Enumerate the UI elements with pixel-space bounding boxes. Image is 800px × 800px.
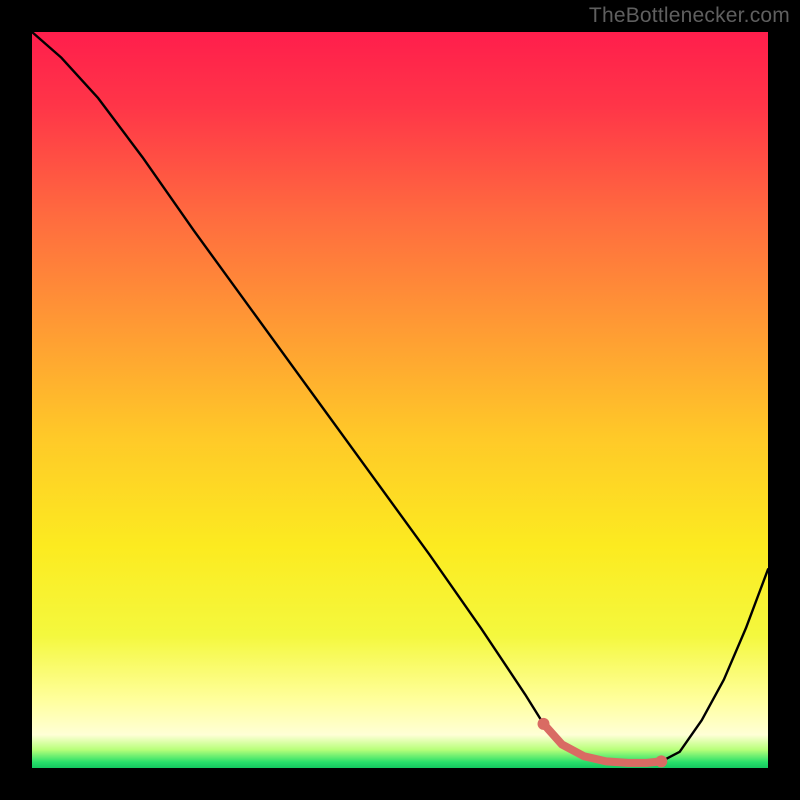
- chart-container: TheBottlenecker.com: [0, 0, 800, 800]
- plot-background: [32, 32, 768, 768]
- watermark-text: TheBottlenecker.com: [589, 4, 790, 28]
- bottleneck-chart: [0, 0, 800, 800]
- optimal-zone-endpoint: [655, 755, 667, 767]
- optimal-zone-dot: [581, 753, 588, 760]
- optimal-zone-dot: [603, 758, 610, 765]
- optimal-zone-endpoint: [538, 718, 550, 730]
- optimal-zone-dot: [625, 759, 632, 766]
